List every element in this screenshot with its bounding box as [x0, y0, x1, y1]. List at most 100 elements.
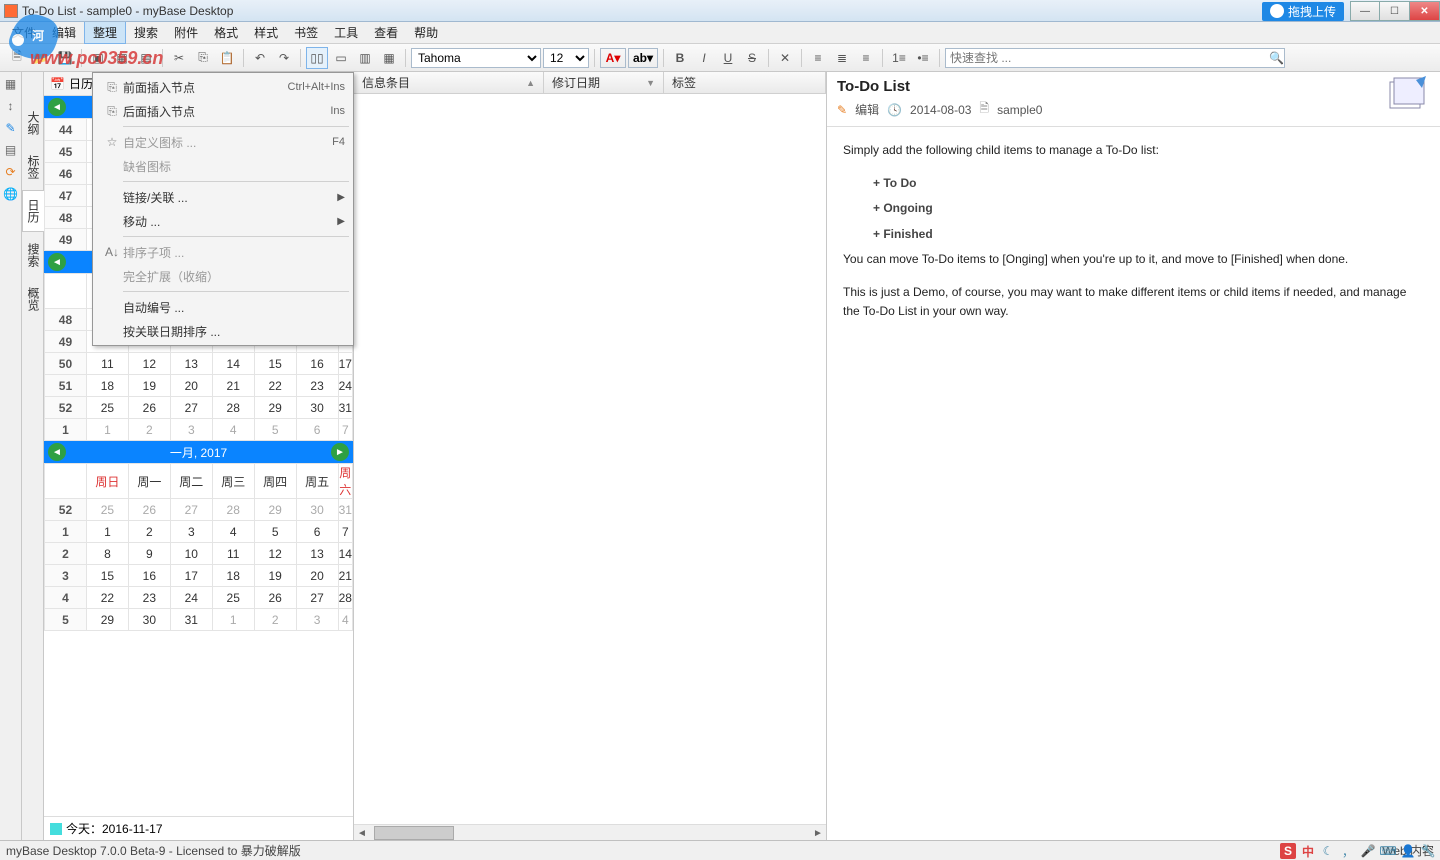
calendar-day[interactable]: 19 [128, 375, 170, 397]
calendar-day[interactable]: 1 [212, 609, 254, 631]
cut-icon[interactable]: ✂ [168, 47, 190, 69]
calendar-day[interactable]: 30 [296, 397, 338, 419]
calendar-day[interactable]: 5 [254, 419, 296, 441]
menu-样式[interactable]: 样式 [246, 22, 286, 43]
menu-item-自动编号 ...[interactable]: 自动编号 ... [95, 295, 351, 319]
search-input[interactable] [945, 48, 1285, 68]
edit-icon[interactable]: ✎ [837, 103, 847, 117]
calendar-day[interactable]: 15 [254, 353, 296, 375]
calendar-day[interactable]: 10 [170, 543, 212, 565]
align-center-icon[interactable]: ≣ [831, 47, 853, 69]
today-bar[interactable]: 今天：2016-11-17 [44, 816, 353, 840]
calendar-day[interactable]: 12 [128, 353, 170, 375]
calendar-day[interactable]: 25 [86, 499, 128, 521]
prev-month-icon[interactable]: ◄ [48, 253, 66, 271]
calendar-day[interactable]: 7 [338, 419, 352, 441]
calendar-day[interactable]: 4 [212, 521, 254, 543]
calendar-day[interactable]: 29 [254, 397, 296, 419]
new-db-icon[interactable]: 🗎 [6, 47, 28, 69]
calendar-day[interactable]: 18 [86, 375, 128, 397]
ime-keyboard-icon[interactable]: ⌨ [1380, 843, 1396, 859]
undo-icon[interactable]: ↶ [249, 47, 271, 69]
calendar-day[interactable]: 24 [338, 375, 352, 397]
calendar-day[interactable]: 18 [212, 565, 254, 587]
list-col-date[interactable]: 修订日期▼ [544, 72, 664, 93]
menu-附件[interactable]: 附件 [166, 22, 206, 43]
menu-item-移动 ...[interactable]: 移动 ...▶ [95, 209, 351, 233]
menu-整理[interactable]: 整理 [84, 21, 126, 44]
layout1-icon[interactable]: ▯▯ [306, 47, 328, 69]
calendar-day[interactable]: 6 [296, 419, 338, 441]
gutter-icon-3[interactable]: ✎ [3, 120, 19, 136]
sibling-icon[interactable]: ▤ [135, 47, 157, 69]
calendar-day[interactable]: 20 [296, 565, 338, 587]
menu-item-按关联日期排序 ...[interactable]: 按关联日期排序 ... [95, 319, 351, 343]
calendar-day[interactable]: 17 [170, 565, 212, 587]
calendar-day[interactable]: 17 [338, 353, 352, 375]
menu-查看[interactable]: 查看 [366, 22, 406, 43]
menu-item-前面插入节点[interactable]: ⎘前面插入节点Ctrl+Alt+Ins [95, 75, 351, 99]
align-right-icon[interactable]: ≡ [855, 47, 877, 69]
clear-format-icon[interactable]: ✕ [774, 47, 796, 69]
close-button[interactable]: ✕ [1410, 1, 1440, 21]
calendar-day[interactable]: 13 [170, 353, 212, 375]
scroll-thumb[interactable] [374, 826, 454, 840]
calendar-day[interactable]: 23 [296, 375, 338, 397]
edit-label[interactable]: 编辑 [855, 101, 879, 118]
calendar-day[interactable]: 3 [296, 609, 338, 631]
menu-工具[interactable]: 工具 [326, 22, 366, 43]
ime-punct-icon[interactable]: ， [1340, 843, 1356, 859]
menu-item-后面插入节点[interactable]: ⎘后面插入节点Ins [95, 99, 351, 123]
strike-button[interactable]: S [741, 47, 763, 69]
left-tab-搜索[interactable]: 搜索 [22, 234, 45, 276]
calendar-day[interactable]: 11 [212, 543, 254, 565]
gutter-icon-5[interactable]: ⟳ [3, 164, 19, 180]
maximize-button[interactable]: ☐ [1380, 1, 1410, 21]
underline-button[interactable]: U [717, 47, 739, 69]
calendar-day[interactable]: 9 [128, 543, 170, 565]
calendar-day[interactable]: 27 [170, 499, 212, 521]
gutter-icon-4[interactable]: ▤ [3, 142, 19, 158]
gutter-icon-2[interactable]: ↕ [3, 98, 19, 114]
list-col-item[interactable]: 信息条目▲ [354, 72, 544, 93]
left-tab-大纲[interactable]: 大纲 [22, 102, 45, 144]
copy-icon[interactable]: ⎘ [192, 47, 214, 69]
menu-item-链接/关联 ...[interactable]: 链接/关联 ...▶ [95, 185, 351, 209]
calendar-day[interactable]: 15 [86, 565, 128, 587]
scroll-right-icon[interactable]: ► [810, 825, 826, 841]
gutter-icon-1[interactable]: ▦ [3, 76, 19, 92]
calendar-day[interactable]: 7 [338, 521, 352, 543]
font-size-select[interactable]: 12 [543, 48, 589, 68]
layout3-icon[interactable]: ▥ [354, 47, 376, 69]
calendar-day[interactable]: 31 [338, 499, 352, 521]
list-col-tags[interactable]: 标签 [664, 72, 826, 93]
calendar-day[interactable]: 1 [86, 419, 128, 441]
gutter-icon-6[interactable]: 🌐 [3, 186, 19, 202]
calendar-day[interactable]: 30 [296, 499, 338, 521]
calendar-day[interactable]: 28 [212, 499, 254, 521]
ime-icon[interactable]: S [1280, 843, 1296, 859]
calendar-day[interactable]: 5 [254, 521, 296, 543]
font-color-button[interactable]: A▾ [600, 48, 626, 68]
menu-帮助[interactable]: 帮助 [406, 22, 446, 43]
calendar-day[interactable]: 29 [86, 609, 128, 631]
scroll-left-icon[interactable]: ◄ [354, 825, 370, 841]
list-ordered-icon[interactable]: 1≡ [888, 47, 910, 69]
calendar-day[interactable]: 6 [296, 521, 338, 543]
calendar-day[interactable]: 28 [338, 587, 352, 609]
calendar-day[interactable]: 2 [128, 521, 170, 543]
open-icon[interactable]: 📂 [30, 47, 52, 69]
calendar-day[interactable]: 31 [170, 609, 212, 631]
calendar-day[interactable]: 30 [128, 609, 170, 631]
search-icon[interactable]: 🔍 [1269, 51, 1284, 65]
left-tab-标签[interactable]: 标签 [22, 146, 45, 188]
node-icon[interactable]: ▣ [87, 47, 109, 69]
menu-编辑[interactable]: 编辑 [44, 22, 84, 43]
menu-文件[interactable]: 文件 [4, 22, 44, 43]
calendar-day[interactable]: 4 [212, 419, 254, 441]
calendar-day[interactable]: 2 [254, 609, 296, 631]
calendar-day[interactable]: 13 [296, 543, 338, 565]
highlight-button[interactable]: ab▾ [628, 48, 658, 68]
prev-month-icon[interactable]: ◄ [48, 98, 66, 116]
calendar-day[interactable]: 16 [128, 565, 170, 587]
